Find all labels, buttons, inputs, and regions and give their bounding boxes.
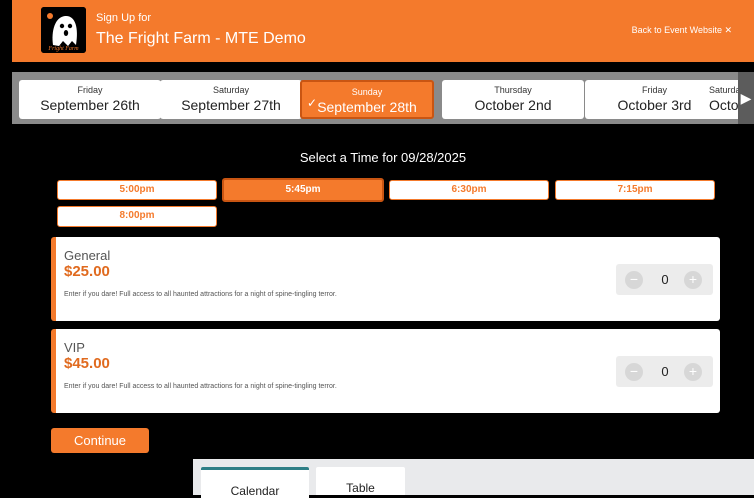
quantity-value: 0 [661, 272, 669, 287]
plus-icon[interactable]: + [684, 363, 702, 381]
continue-button[interactable]: Continue [51, 428, 149, 453]
header-bar: Fright Farm Sign Up for The Fright Farm … [12, 0, 754, 62]
svg-text:Fright Farm: Fright Farm [47, 46, 79, 52]
ticket-price: $25.00 [64, 263, 110, 280]
date-label: September 27th [181, 97, 281, 113]
ticket-price: $45.00 [64, 355, 110, 372]
ticket-card-general: General $25.00 Enter if you dare! Full a… [51, 237, 720, 321]
date-option[interactable]: Saturday September 27th [160, 80, 302, 119]
quantity-stepper: − 0 + [616, 356, 713, 387]
header-subtitle: Sign Up for [96, 12, 152, 24]
date-option-selected[interactable]: ✓ Sunday September 28th [300, 80, 434, 119]
minus-icon[interactable]: − [625, 363, 643, 381]
date-label: October 2nd [474, 97, 552, 113]
time-section-title: Select a Time for 09/28/2025 [299, 150, 467, 165]
plus-icon[interactable]: + [684, 271, 702, 289]
date-weekday: Friday [77, 85, 103, 95]
time-slot[interactable]: 7:15pm [555, 180, 715, 200]
fright-farm-logo: Fright Farm [41, 7, 86, 53]
header-spacer [12, 62, 754, 72]
checkmark-icon: ✓ [307, 96, 318, 110]
ticket-name: VIP [64, 340, 85, 355]
left-border [0, 0, 12, 495]
ticket-name: General [64, 248, 111, 263]
date-label: September 28th [317, 99, 417, 115]
quantity-value: 0 [661, 364, 669, 379]
date-weekday: Saturday [212, 85, 250, 95]
time-slot[interactable]: 6:30pm [389, 180, 549, 200]
time-slot[interactable]: 8:00pm [57, 206, 217, 227]
date-option[interactable]: Thursday October 2nd [442, 80, 584, 119]
date-label: September 26th [40, 97, 140, 113]
caret-right-icon[interactable]: ▶ [738, 72, 754, 124]
quantity-stepper: − 0 + [616, 264, 713, 295]
minus-icon[interactable]: − [625, 271, 643, 289]
ticket-description: Enter if you dare! Full access to all ha… [64, 291, 337, 298]
date-weekday: Thursday [494, 85, 532, 95]
time-slot-selected[interactable]: 5:45pm [222, 178, 384, 202]
tab-table[interactable]: Table [316, 467, 405, 495]
view-toggle-panel: Calendar Table [193, 459, 754, 498]
time-slot[interactable]: 5:00pm [57, 180, 217, 200]
date-selector: Friday September 26th Saturday September… [12, 72, 754, 124]
ticket-description: Enter if you dare! Full access to all ha… [64, 383, 337, 390]
back-to-event-link[interactable]: Back to Event Website ✕ [632, 25, 732, 36]
event-title: The Fright Farm - MTE Demo [96, 30, 306, 47]
date-option[interactable]: Friday September 26th [19, 80, 161, 119]
signup-page: Fright Farm Sign Up for The Fright Farm … [0, 0, 754, 498]
ticket-card-vip: VIP $45.00 Enter if you dare! Full acces… [51, 329, 720, 413]
date-weekday: Sunday [351, 87, 383, 97]
tab-calendar[interactable]: Calendar [201, 467, 309, 498]
